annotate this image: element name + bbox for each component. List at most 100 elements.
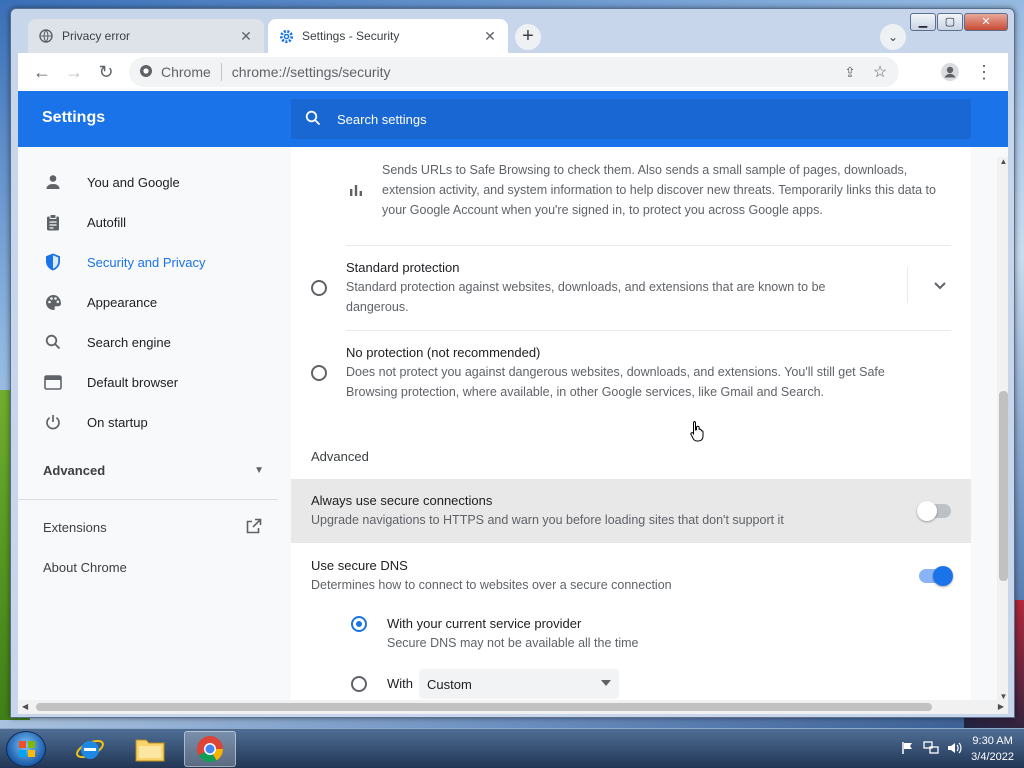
back-icon[interactable]: ←: [26, 56, 58, 88]
sidebar-item-label: Security and Privacy: [87, 254, 206, 270]
sidebar-item-label: Search engine: [87, 334, 171, 350]
sidebar-item-label: Extensions: [43, 519, 107, 535]
sidebar-item-on-startup[interactable]: On startup: [18, 402, 278, 442]
browser-icon: [43, 372, 63, 392]
scroll-left-icon[interactable]: ◀: [22, 700, 28, 714]
sidebar-advanced-label: Advanced: [43, 462, 106, 478]
sidebar-item-extensions[interactable]: Extensions: [18, 507, 278, 547]
profile-avatar-icon[interactable]: [934, 56, 966, 88]
dropdown-caret-icon: [601, 680, 611, 686]
sidebar-item-label: Default browser: [87, 374, 179, 390]
dns-provider-value: Custom: [427, 676, 472, 692]
tab-privacy-error[interactable]: Privacy error ✕: [28, 19, 264, 53]
sidebar-item-label: Autofill: [87, 214, 127, 230]
toggle-knob: [917, 501, 937, 521]
omnibox-actions: ⇪ ☆: [837, 60, 893, 84]
scroll-right-icon[interactable]: ▶: [998, 700, 1004, 714]
globe-icon: [38, 28, 54, 44]
file-explorer-icon[interactable]: [124, 731, 176, 767]
tab-strip: Privacy error ✕ Settings - Security ✕ + …: [18, 19, 938, 53]
page-title: Settings: [42, 109, 106, 126]
tab-search-button[interactable]: ⌄: [880, 24, 906, 50]
enhanced-protection-description: Sends URLs to Safe Browsing to check the…: [382, 163, 936, 217]
clipboard-icon: [43, 212, 63, 232]
horizontal-scrollbar[interactable]: ◀ ▶: [18, 700, 1008, 714]
dns-custom-label: With: [387, 676, 413, 691]
site-chip: Chrome: [161, 64, 211, 80]
clock-date: 3/4/2022: [971, 751, 1014, 763]
standard-protection-description: Standard protection against websites, do…: [346, 280, 826, 314]
sidebar-item-label: About Chrome: [43, 559, 127, 575]
tab-label: Settings - Security: [302, 29, 400, 43]
sidebar-advanced-toggle[interactable]: Advanced ▼: [18, 450, 278, 490]
forward-icon[interactable]: →: [58, 56, 90, 88]
secure-dns-toggle[interactable]: [919, 566, 953, 586]
flag-icon[interactable]: [901, 741, 915, 758]
vertical-scrollbar[interactable]: ▲ ▼: [997, 157, 1008, 700]
clock[interactable]: 9:30 AM 3/4/2022: [971, 733, 1014, 765]
sidebar-item-search-engine[interactable]: Search engine: [18, 322, 278, 362]
close-window-button[interactable]: ✕: [964, 13, 1008, 31]
standard-protection-title: Standard protection: [346, 260, 460, 275]
settings-content: You and Google Autofill Security and Pri…: [18, 147, 1008, 700]
address-bar[interactable]: Chrome chrome://settings/security ⇪ ☆: [129, 57, 899, 87]
reload-icon[interactable]: ↻: [90, 56, 122, 88]
scrollbar-thumb[interactable]: [36, 703, 932, 711]
windows-taskbar: 9:30 AM 3/4/2022: [0, 728, 1024, 768]
no-protection-title: No protection (not recommended): [346, 345, 541, 360]
dns-current-provider-description: Secure DNS may not be available all the …: [387, 636, 639, 650]
sidebar-item-appearance[interactable]: Appearance: [18, 282, 278, 322]
maximize-button[interactable]: ▢: [937, 13, 963, 31]
sidebar-item-about-chrome[interactable]: About Chrome: [18, 547, 278, 587]
browser-window: ▁ ▢ ✕ Privacy error ✕ Settings - Securit…: [10, 8, 1015, 718]
sidebar-item-label: You and Google: [87, 174, 180, 190]
dns-provider-select[interactable]: Custom: [419, 669, 619, 699]
gear-icon: [278, 28, 294, 44]
volume-icon[interactable]: [947, 741, 963, 758]
dns-custom-radio[interactable]: [351, 676, 367, 692]
no-protection-radio[interactable]: [311, 365, 327, 381]
toggle-knob: [933, 566, 953, 586]
dns-current-provider-title: With your current service provider: [387, 616, 582, 631]
advanced-heading: Advanced: [311, 449, 369, 464]
start-button[interactable]: [6, 731, 46, 767]
sidebar-item-security-and-privacy[interactable]: Security and Privacy: [18, 242, 278, 282]
bookmark-star-icon[interactable]: ☆: [867, 60, 893, 84]
new-tab-button[interactable]: +: [515, 24, 541, 50]
secure-dns-title: Use secure DNS: [311, 558, 408, 573]
sidebar-divider: [18, 499, 278, 500]
vertical-separator: [907, 267, 908, 303]
close-tab-icon[interactable]: ✕: [238, 28, 254, 45]
secure-connections-toggle[interactable]: [917, 501, 951, 521]
url-text[interactable]: chrome://settings/security: [232, 64, 391, 80]
kebab-menu-icon[interactable]: ⋮: [968, 56, 1000, 88]
chevron-down-icon: ▼: [254, 464, 264, 476]
scrollbar-thumb[interactable]: [999, 391, 1008, 581]
sidebar-item-you-and-google[interactable]: You and Google: [18, 162, 278, 202]
clock-time: 9:30 AM: [972, 735, 1013, 747]
network-icon[interactable]: [923, 740, 939, 758]
internet-explorer-icon[interactable]: [64, 731, 116, 767]
secure-connections-title: Always use secure connections: [311, 493, 493, 508]
scroll-down-icon[interactable]: ▼: [997, 692, 1008, 700]
system-tray: 9:30 AM 3/4/2022: [901, 733, 1014, 765]
sidebar-item-default-browser[interactable]: Default browser: [18, 362, 278, 402]
power-icon: [43, 412, 63, 432]
close-tab-icon[interactable]: ✕: [482, 28, 498, 45]
settings-search-input[interactable]: Search settings: [291, 99, 971, 139]
scroll-up-icon[interactable]: ▲: [997, 157, 1008, 166]
standard-protection-radio[interactable]: [311, 280, 327, 296]
dns-current-provider-radio[interactable]: [351, 616, 367, 632]
settings-sidebar: You and Google Autofill Security and Pri…: [18, 147, 278, 700]
expand-chevron-icon[interactable]: [933, 279, 947, 294]
tab-label: Privacy error: [62, 29, 131, 43]
palette-icon: [43, 292, 63, 312]
sidebar-item-autofill[interactable]: Autofill: [18, 202, 278, 242]
secure-connections-description: Upgrade navigations to HTTPS and warn yo…: [311, 513, 784, 527]
chrome-logo-icon: [139, 64, 153, 81]
chrome-taskbar-icon[interactable]: [184, 731, 236, 767]
shield-icon: [43, 252, 63, 272]
tab-settings-security[interactable]: Settings - Security ✕: [268, 19, 508, 53]
share-icon[interactable]: ⇪: [837, 60, 863, 84]
external-link-icon: [246, 518, 262, 537]
